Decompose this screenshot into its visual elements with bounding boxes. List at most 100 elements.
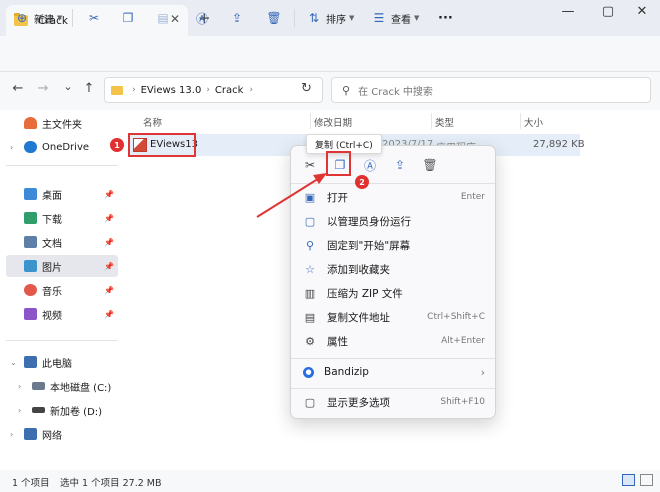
maximize-button[interactable]: ▢ — [598, 4, 618, 19]
copy-button[interactable]: ❐ — [120, 7, 136, 29]
sort-button[interactable]: ⇅ 排序 ▼ — [306, 7, 354, 29]
annotation-marker-2: 2 — [355, 175, 369, 189]
column-header-name[interactable]: 名称 — [143, 115, 162, 129]
menu-item-shortcut: Ctrl+Shift+C — [427, 312, 485, 322]
breadcrumb-crack[interactable]: Crack — [215, 85, 244, 96]
column-header-size[interactable]: 大小 — [524, 115, 543, 129]
sidebar-item-label: OneDrive — [42, 141, 90, 153]
item-count: 1 个项目 — [12, 478, 50, 489]
details-view-icon[interactable] — [622, 474, 635, 486]
sidebar-item-home[interactable]: 主文件夹 — [6, 112, 118, 134]
refresh-button[interactable]: ↻ — [301, 81, 312, 96]
sidebar-item-videos[interactable]: 视频 📌 — [6, 303, 118, 325]
more-options-icon: ▢ — [304, 395, 316, 409]
download-icon — [24, 212, 37, 224]
sidebar-item-label: 文档 — [42, 238, 62, 250]
clipboard-icon: ▤ — [157, 11, 169, 25]
menu-item-show-more-options[interactable]: ▢ 显示更多选项 Shift+F10 — [295, 390, 493, 414]
folder-icon — [111, 85, 123, 95]
menu-divider — [291, 183, 495, 184]
share-menu-button[interactable]: ⇪ — [389, 154, 411, 176]
sidebar-item-pictures[interactable]: 图片 📌 — [6, 255, 118, 277]
pin-icon: 📌 — [104, 213, 114, 223]
pin-icon: ⚲ — [305, 238, 315, 252]
address-bar[interactable]: › EViews 13.0 › Crack › — [104, 77, 323, 103]
column-divider[interactable] — [310, 113, 311, 129]
chevron-right-icon[interactable]: › — [18, 382, 21, 391]
desktop-icon — [24, 188, 37, 200]
chevron-right-icon[interactable]: › — [10, 143, 13, 152]
copy-icon: ❐ — [122, 11, 134, 25]
new-button[interactable]: ⊕ 新建 ▼ — [14, 7, 62, 29]
menu-item-add-to-favorites[interactable]: ☆ 添加到收藏夹 — [295, 257, 493, 281]
sidebar-item-music[interactable]: 音乐 📌 — [6, 279, 118, 301]
breadcrumb-eviews[interactable]: EViews 13.0 — [141, 85, 202, 96]
view-button[interactable]: ☰ 查看 ▼ — [371, 7, 420, 29]
video-icon — [24, 308, 37, 320]
search-box[interactable]: ⚲ 在 Crack 中搜索 — [331, 77, 651, 103]
column-divider[interactable] — [520, 113, 521, 129]
delete-button[interactable]: 🗑 — [266, 7, 282, 29]
menu-divider — [291, 358, 495, 359]
view-label: 查看 — [391, 14, 411, 26]
column-header-date[interactable]: 修改日期 — [314, 115, 352, 129]
paste-button[interactable]: ▤ — [155, 7, 171, 29]
close-window-button[interactable]: ✕ — [632, 4, 652, 19]
sidebar-item-drive-c[interactable]: › 本地磁盘 (C:) — [14, 375, 118, 397]
delete-menu-button[interactable]: 🗑 — [419, 154, 441, 176]
menu-item-shortcut: Enter — [460, 192, 485, 202]
sidebar-item-downloads[interactable]: 下载 📌 — [6, 207, 118, 229]
new-label: 新建 — [34, 14, 54, 26]
share-button[interactable]: ⇪ — [229, 7, 245, 29]
sidebar-item-label: 下载 — [42, 214, 62, 226]
recent-locations-button[interactable]: ⌄ — [60, 80, 76, 93]
menu-item-label: 压缩为 ZIP 文件 — [327, 287, 403, 300]
sidebar-item-onedrive[interactable]: › OneDrive — [6, 136, 118, 158]
menu-item-properties[interactable]: ⚙ 属性 Alt+Enter — [295, 329, 493, 353]
toolbar-divider — [294, 9, 295, 27]
status-bar: 1 个项目 选中 1 个项目 27.2 MB — [0, 470, 660, 492]
computer-icon — [24, 356, 37, 368]
column-divider[interactable] — [431, 113, 432, 129]
more-button[interactable]: ··· — [438, 7, 453, 29]
chevron-right-icon: › — [206, 85, 210, 95]
menu-item-bandizip[interactable]: ● Bandizip › — [295, 360, 493, 384]
chevron-right-icon[interactable]: › — [18, 406, 21, 415]
chevron-right-icon[interactable]: › — [10, 430, 13, 439]
menu-item-run-as-admin[interactable]: ▢ 以管理员身份运行 — [295, 209, 493, 233]
up-button[interactable]: ↑ — [81, 81, 97, 96]
chevron-right-icon[interactable]: › — [249, 85, 253, 95]
command-bar — [0, 36, 660, 72]
chevron-right-icon: › — [480, 365, 485, 379]
sidebar-item-label: 主文件夹 — [42, 119, 82, 131]
rename-button[interactable]: Ⓐ — [194, 7, 210, 29]
rename-menu-button[interactable]: Ⓐ — [359, 154, 381, 176]
chevron-down-icon: ▼ — [414, 14, 420, 22]
annotation-highlight-file — [128, 133, 196, 157]
chevron-down-icon: ▼ — [349, 14, 355, 22]
sidebar-item-desktop[interactable]: 桌面 📌 — [6, 183, 118, 205]
toolbar-divider — [72, 9, 73, 27]
cut-button[interactable]: ✂ — [86, 7, 102, 29]
sidebar-item-drive-d[interactable]: › 新加卷 (D:) — [14, 399, 118, 421]
tiles-view-icon[interactable] — [640, 474, 653, 486]
pin-icon: 📌 — [104, 285, 114, 295]
menu-item-label: 固定到"开始"屏幕 — [327, 239, 411, 252]
menu-item-open[interactable]: ▣ 打开 Enter — [295, 185, 493, 209]
tab-close-icon[interactable]: ✕ — [170, 12, 180, 26]
forward-button[interactable]: → — [35, 81, 51, 96]
cut-menu-button[interactable]: ✂ — [299, 154, 321, 176]
copy-path-icon: ▤ — [304, 310, 316, 324]
sidebar-item-this-pc[interactable]: ⌄ 此电脑 — [6, 351, 118, 373]
menu-item-compress-zip[interactable]: ▥ 压缩为 ZIP 文件 — [295, 281, 493, 305]
search-placeholder: 在 Crack 中搜索 — [358, 86, 433, 98]
sidebar-item-documents[interactable]: 文档 📌 — [6, 231, 118, 253]
back-button[interactable]: ← — [10, 81, 26, 96]
menu-item-copy-path[interactable]: ▤ 复制文件地址 Ctrl+Shift+C — [295, 305, 493, 329]
minimize-button[interactable]: — — [558, 4, 578, 19]
menu-item-pin-to-start[interactable]: ⚲ 固定到"开始"屏幕 — [295, 233, 493, 257]
sort-label: 排序 — [326, 14, 346, 26]
chevron-down-icon[interactable]: ⌄ — [10, 358, 17, 367]
sidebar-item-network[interactable]: › 网络 — [6, 423, 118, 445]
column-header-type[interactable]: 类型 — [435, 115, 454, 129]
